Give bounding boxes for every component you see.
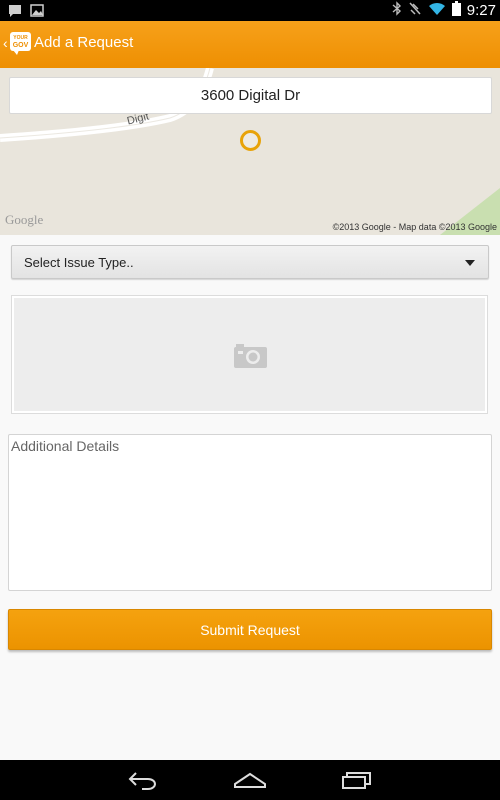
- back-chevron-icon[interactable]: ‹: [3, 35, 8, 51]
- issue-type-select[interactable]: Select Issue Type..: [11, 245, 489, 279]
- screen: 9:27 ‹ YOUR GOV Add a Request Digit 3600…: [0, 0, 500, 800]
- add-photo-button[interactable]: [12, 296, 487, 413]
- logo-text-top: YOUR: [13, 34, 28, 41]
- chat-notification-icon: [8, 3, 22, 22]
- navigation-bar: [0, 760, 500, 800]
- back-icon[interactable]: [128, 770, 158, 794]
- additional-details-field[interactable]: [8, 434, 492, 591]
- logo-text-bottom: GOV: [12, 41, 29, 49]
- status-time: 9:27: [466, 2, 496, 19]
- page-title: Add a Request: [34, 34, 134, 51]
- vibrate-icon: [408, 1, 422, 20]
- camera-icon: [234, 342, 267, 372]
- app-logo[interactable]: YOUR GOV: [10, 32, 31, 55]
- map-copyright: ©2013 Google - Map data ©2013 Google: [332, 222, 497, 232]
- submit-request-button[interactable]: Submit Request: [8, 609, 492, 650]
- battery-icon: [451, 1, 461, 20]
- map-view[interactable]: Digit 3600 Digital Dr Google ©2013 Googl…: [0, 68, 500, 235]
- dropdown-arrow-icon: [465, 260, 475, 266]
- address-text: 3600 Digital Dr: [200, 87, 301, 104]
- home-icon[interactable]: [234, 770, 266, 794]
- submit-request-label: Submit Request: [200, 621, 300, 638]
- location-pin-icon[interactable]: [240, 130, 261, 151]
- google-logo: Google: [5, 212, 44, 227]
- issue-type-label: Select Issue Type..: [24, 255, 134, 270]
- recents-icon[interactable]: [341, 770, 373, 794]
- status-bar: 9:27: [0, 0, 500, 21]
- action-bar: ‹ YOUR GOV Add a Request: [0, 21, 500, 68]
- bluetooth-icon: [392, 1, 402, 20]
- image-notification-icon: [30, 3, 44, 22]
- wifi-icon: [428, 1, 446, 20]
- address-field[interactable]: 3600 Digital Dr: [9, 77, 492, 114]
